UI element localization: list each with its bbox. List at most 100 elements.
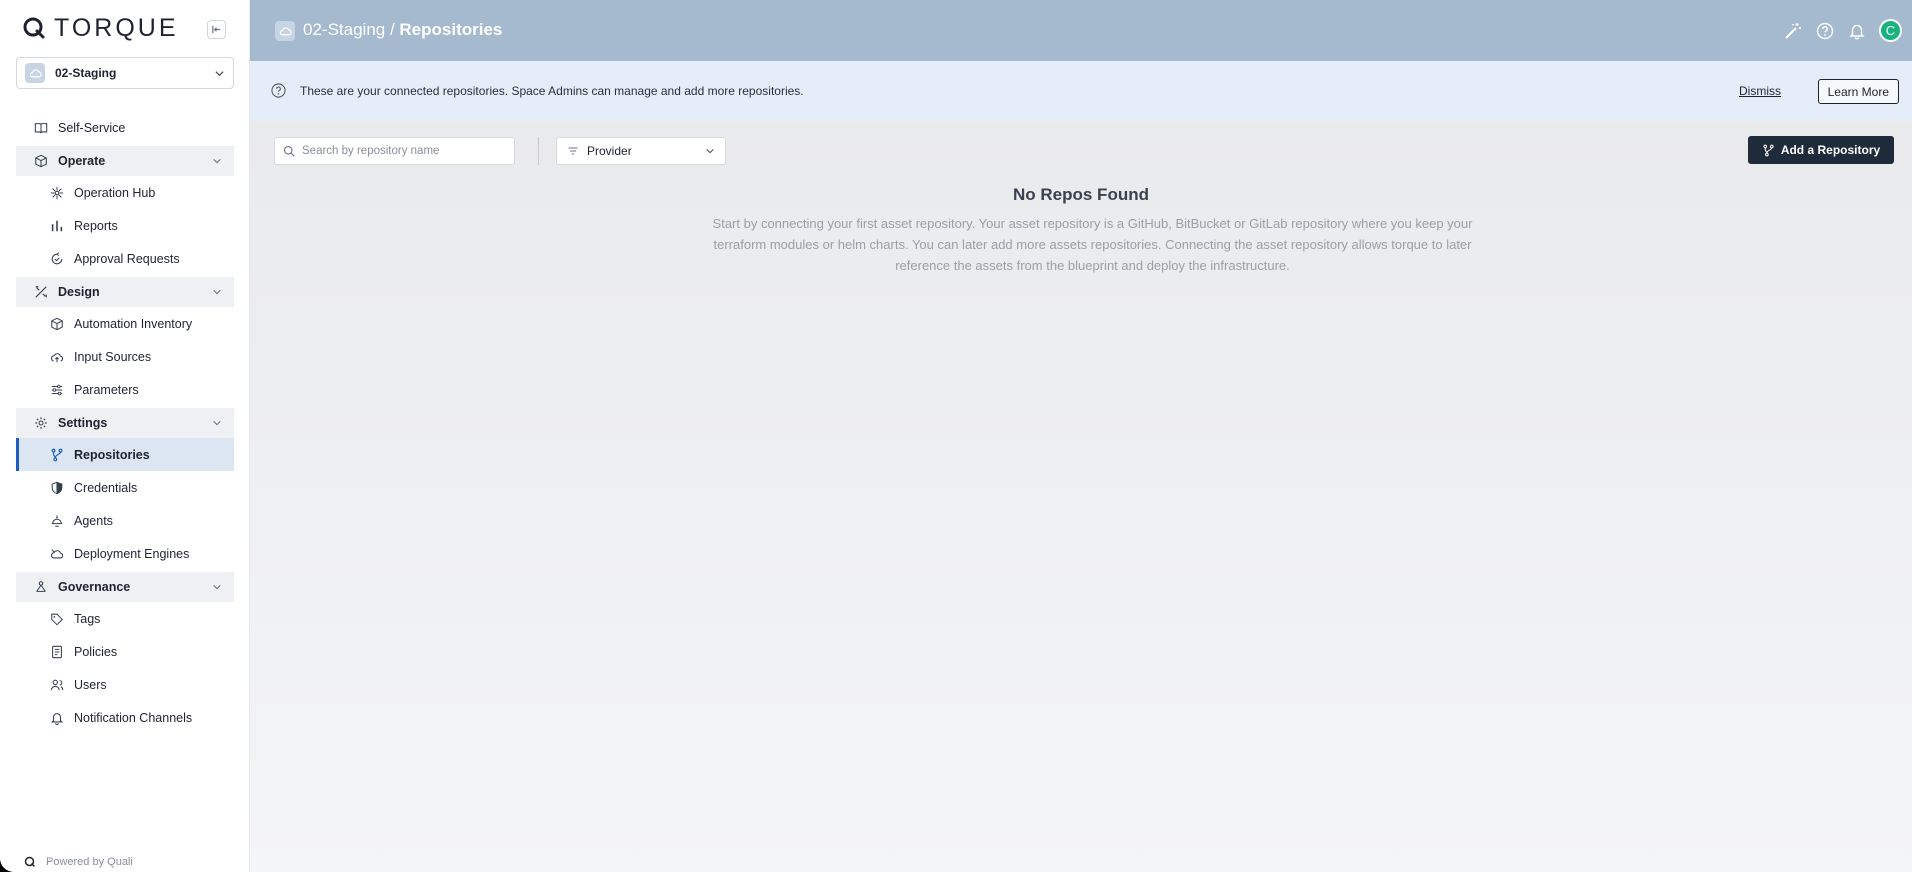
space-selector[interactable]: 02-Staging [16,57,234,89]
policy-icon [50,645,64,659]
sidebar-item-users[interactable]: Users [16,668,234,701]
space-cloud-icon [275,21,295,41]
sidebar-item-operation-hub[interactable]: Operation Hub [16,176,234,209]
sidebar-item-label: Parameters [74,382,139,397]
sidebar-item-label: Tags [74,611,101,626]
governance-icon [34,580,48,594]
sidebar-group-label: Settings [58,416,108,430]
sidebar-item-self-service[interactable]: Self-Service [16,111,234,144]
sidebar-item-approval-requests[interactable]: Approval Requests [16,242,234,275]
hub-icon [50,186,64,200]
app-window: TORQUE 02-Staging Self-Service Operate O… [0,0,1912,872]
learn-more-button[interactable]: Learn More [1817,79,1899,104]
users-icon [50,678,64,692]
box-icon [50,317,64,331]
dismiss-link[interactable]: Dismiss [1739,84,1781,98]
space-selector-value: 02-Staging [55,66,117,80]
header-bar: 02-Staging / Repositories C [250,0,1912,61]
sidebar-item-label: Deployment Engines [74,546,190,561]
sidebar-item-notification-channels[interactable]: Notification Channels [16,701,234,734]
sidebar-item-credentials[interactable]: Credentials [16,471,234,504]
empty-state-title: No Repos Found [1013,185,1149,204]
sidebar-item-input-sources[interactable]: Input Sources [16,340,234,373]
breadcrumb-separator: / [385,20,400,39]
gear-icon [34,416,48,430]
sidebar-item-label: Reports [74,218,118,233]
agent-icon [50,514,64,528]
chevron-down-icon [213,289,221,295]
sidebar-item-repositories[interactable]: Repositories [16,438,234,471]
chevron-down-icon [213,158,221,164]
engine-icon [50,547,64,561]
chevron-down-icon [213,420,221,426]
empty-state-description: Start by connecting your first asset rep… [712,216,1473,273]
sidebar-item-label: Automation Inventory [74,316,193,331]
sidebar-group-label: Operate [58,154,106,168]
sidebar-item-label: Repositories [74,447,150,462]
sidebar-item-label: Users [74,677,107,692]
provider-filter-label: Provider [587,144,632,158]
chevron-down-icon [215,70,224,76]
bar-chart-icon [50,219,64,233]
chevron-down-icon [213,584,221,590]
sidebar-item-deployment-engines[interactable]: Deployment Engines [16,537,234,570]
sidebar-group-settings[interactable]: Settings [16,408,234,438]
quali-logo-icon [24,856,36,868]
sidebar-item-label: Policies [74,644,118,659]
help-icon[interactable] [1815,21,1835,41]
add-repository-button[interactable]: Add a Repository [1748,136,1894,164]
sidebar-item-policies[interactable]: Policies [16,635,234,668]
sidebar-item-label: Self-Service [58,120,126,135]
sidebar-item-agents[interactable]: Agents [16,504,234,537]
sidebar: TORQUE 02-Staging Self-Service Operate O… [0,0,250,872]
search-box[interactable] [274,137,515,165]
header-actions: C [1783,19,1902,42]
sidebar-group-operate[interactable]: Operate [16,146,234,176]
collapse-sidebar-button[interactable] [207,20,226,39]
breadcrumb: 02-Staging / Repositories [303,20,502,40]
breadcrumb-space[interactable]: 02-Staging [303,20,385,39]
tag-icon [50,612,64,626]
page-title: Repositories [399,20,503,39]
collapse-icon [212,25,221,34]
search-input[interactable] [302,145,502,157]
brand-logo[interactable]: TORQUE [22,14,179,42]
notification-bell-icon[interactable] [1847,21,1867,41]
sidebar-item-label: Credentials [74,480,138,495]
provider-filter[interactable]: Provider [556,137,726,165]
search-icon [283,145,295,157]
powered-by: Powered by Quali [24,856,133,868]
sidebar-group-governance[interactable]: Governance [16,572,234,602]
sidebar-item-tags[interactable]: Tags [16,602,234,635]
sidebar-item-automation-inventory[interactable]: Automation Inventory [16,307,234,340]
sidebar-item-label: Operation Hub [74,185,156,200]
powered-by-text: Powered by Quali [46,856,133,868]
brand-name: TORQUE [54,13,179,42]
sidebar-group-label: Governance [58,580,131,594]
design-tools-icon [34,285,48,299]
approval-icon [50,251,64,266]
torque-logo-icon [23,17,45,39]
user-avatar[interactable]: C [1879,19,1902,42]
magic-wand-icon[interactable] [1783,21,1803,41]
sidebar-item-label: Notification Channels [74,710,193,725]
sidebar-group-design[interactable]: Design [16,277,234,307]
sidebar-item-label: Input Sources [74,349,152,364]
book-icon [34,121,48,135]
main-content: Provider Add a Repository No Repos Found… [250,121,1912,872]
banner-message: These are your connected repositories. S… [300,84,804,98]
chevron-down-icon [706,148,714,154]
bell-icon [50,711,64,725]
sidebar-nav: Self-Service Operate Operation Hub Repor… [16,111,234,734]
cube-icon [34,154,48,168]
git-branch-icon [50,448,64,462]
sidebar-item-parameters[interactable]: Parameters [16,373,234,406]
git-branch-icon [1763,144,1774,156]
shield-icon [50,481,64,495]
sidebar-group-label: Design [58,285,100,299]
filter-icon [568,147,578,155]
info-banner: These are your connected repositories. S… [250,61,1912,121]
sidebar-item-reports[interactable]: Reports [16,209,234,242]
sidebar-item-label: Agents [74,513,113,528]
sidebar-item-label: Approval Requests [74,251,180,266]
